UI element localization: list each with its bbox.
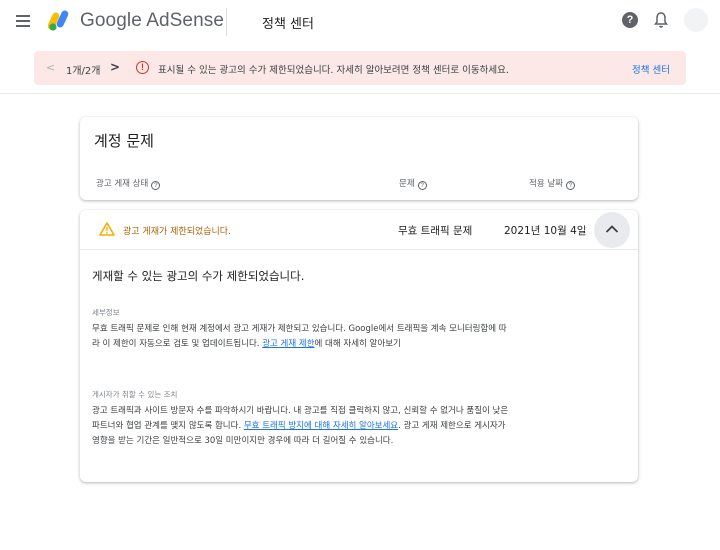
details-text-part: 에 대해 자세히 알아보기 xyxy=(314,339,401,349)
policy-center-link[interactable]: 정책 센터 xyxy=(632,62,670,76)
bell-icon[interactable] xyxy=(654,11,668,29)
ad-serving-limit-link[interactable]: 광고 게재 제한 xyxy=(262,339,314,349)
avatar[interactable] xyxy=(684,8,708,32)
issue-detail-card: 광고 게재가 제한되었습니다. 무효 트래픽 문제 2021년 10월 4일 게… xyxy=(80,210,638,482)
prev-alert-button[interactable]: < xyxy=(46,61,55,74)
invalid-traffic-link[interactable]: 무효 트래픽 방지에 대해 자세히 알아보세요 xyxy=(244,421,398,431)
top-app-bar: Google AdSense 정책 센터 ? xyxy=(0,0,720,44)
actions-label: 게시자가 취할 수 있는 조치 xyxy=(92,390,178,399)
column-header-issue: 문제? xyxy=(399,177,427,190)
help-circle-icon[interactable]: ? xyxy=(565,181,575,190)
section-title: 정책 센터 xyxy=(262,17,314,32)
alert-message: 표시될 수 있는 광고의 수가 제한되었습니다. 자세히 알아보려면 정책 센터… xyxy=(158,65,509,76)
policy-alert-banner: < 1개/2개 > ! 표시될 수 있는 광고의 수가 제한되었습니다. 자세히… xyxy=(34,51,686,85)
details-text: 무효 트래픽 문제로 인해 현재 계정에서 광고 게재가 제한되고 있습니다. … xyxy=(92,322,512,352)
menu-icon[interactable] xyxy=(16,15,30,27)
info-icon: ! xyxy=(136,61,149,74)
account-issues-card: 계정 문제 광고 게재 상태? 문제? 적용 날짜? xyxy=(80,117,638,200)
next-alert-button[interactable]: > xyxy=(110,60,120,74)
column-header-date: 적용 날짜? xyxy=(529,177,575,190)
column-header-label: 적용 날짜 xyxy=(529,179,563,189)
divider xyxy=(0,93,720,94)
actions-text: 광고 트래픽과 사이트 방문자 수를 파악하시기 바랍니다. 내 광고를 직접 … xyxy=(92,404,512,449)
details-label: 세부정보 xyxy=(92,308,120,317)
issue-status: 광고 게재가 제한되었습니다. xyxy=(123,227,231,237)
warning-icon xyxy=(99,222,115,236)
chevron-up-icon xyxy=(605,225,619,233)
help-icon[interactable]: ? xyxy=(622,12,638,28)
alert-counter: 1개/2개 xyxy=(66,66,101,77)
adsense-logo xyxy=(48,10,69,31)
issue-row[interactable]: 광고 게재가 제한되었습니다. 무효 트래픽 문제 2021년 10월 4일 xyxy=(80,210,638,250)
brand-name: Google AdSense xyxy=(80,10,225,31)
column-header-label: 광고 게재 상태 xyxy=(96,179,149,189)
issue-date: 2021년 10월 4일 xyxy=(504,225,587,237)
issue-type: 무효 트래픽 문제 xyxy=(398,225,473,237)
column-header-label: 문제 xyxy=(399,179,415,189)
header-divider xyxy=(226,8,227,36)
help-circle-icon[interactable]: ? xyxy=(151,181,161,190)
detail-title: 게재할 수 있는 광고의 수가 제한되었습니다. xyxy=(92,269,305,283)
column-header-status: 광고 게재 상태? xyxy=(96,177,161,190)
card-title: 계정 문제 xyxy=(94,132,154,150)
collapse-button[interactable] xyxy=(594,212,630,248)
help-circle-icon[interactable]: ? xyxy=(417,181,427,190)
